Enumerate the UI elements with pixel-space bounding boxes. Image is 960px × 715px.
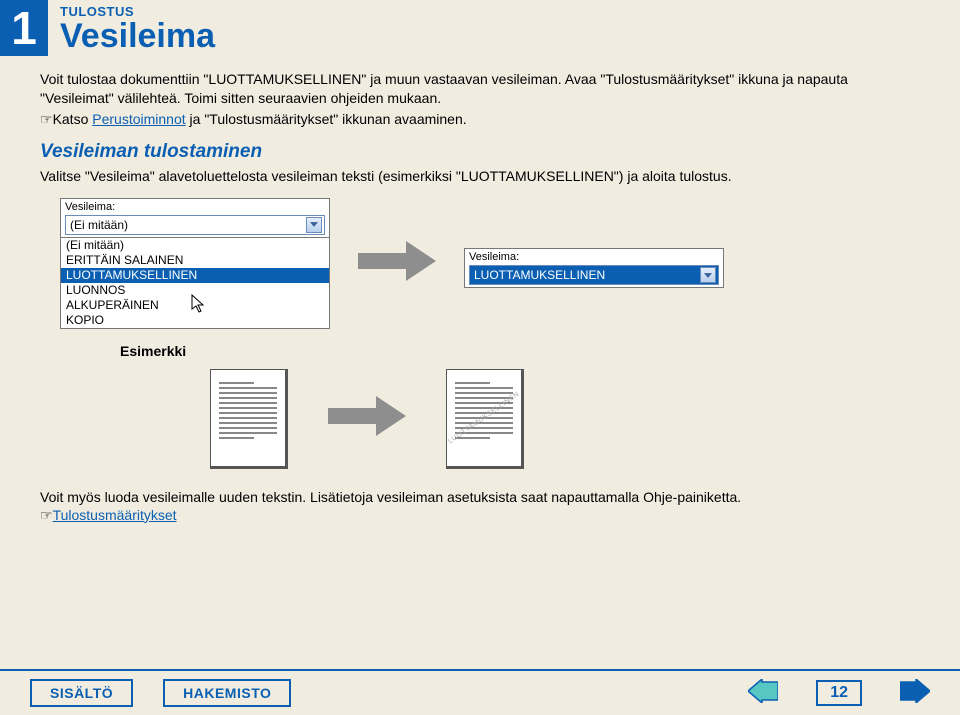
dropdown-option[interactable]: (Ei mitään) xyxy=(61,238,329,253)
watermark-dropdown-open: Vesileima: (Ei mitään) (Ei mitään) ERITT… xyxy=(60,198,330,329)
section-body: Valitse "Vesileima" alavetoluettelosta v… xyxy=(40,167,920,186)
link-perustoiminnot[interactable]: Perustoiminnot xyxy=(92,111,185,127)
see-also-line: ☞Katso Perustoiminnot ja "Tulostusmäärit… xyxy=(40,110,920,131)
example-row: LUOTTAMUKSELLINEN xyxy=(210,369,960,469)
chevron-down-icon[interactable] xyxy=(306,217,322,233)
index-button[interactable]: HAKEMISTO xyxy=(163,679,291,707)
dropdown-result-text: LUOTTAMUKSELLINEN xyxy=(474,268,605,282)
dropdown-label: Vesileima: xyxy=(465,249,723,263)
see-also-prefix: Katso xyxy=(53,111,93,127)
footnote-paragraph: Voit myös luoda vesileimalle uuden tekst… xyxy=(40,489,960,505)
dropdown-illustration: Vesileima: (Ei mitään) (Ei mitään) ERITT… xyxy=(60,198,960,329)
dropdown-option[interactable]: KOPIO xyxy=(61,313,329,328)
document-thumb-plain xyxy=(210,369,288,469)
dropdown-option-selected[interactable]: LUOTTAMUKSELLINEN xyxy=(61,268,329,283)
link-tulostusmaaritykset[interactable]: Tulostusmääritykset xyxy=(53,507,177,523)
subheading: Vesileiman tulostaminen xyxy=(40,141,920,163)
arrow-right-icon xyxy=(358,239,436,288)
arrow-right-icon xyxy=(328,394,406,443)
document-thumb-watermark: LUOTTAMUKSELLINEN xyxy=(446,369,524,469)
footnote-link-line: ☞Tulostusmääritykset xyxy=(40,507,960,525)
next-page-icon[interactable] xyxy=(900,679,930,708)
dropdown-label: Vesileima: xyxy=(61,199,329,213)
dropdown-option[interactable]: ERITTÄIN SALAINEN xyxy=(61,253,329,268)
page-title: Vesileima xyxy=(60,19,215,53)
watermark-dropdown-result: Vesileima: LUOTTAMUKSELLINEN xyxy=(464,248,724,288)
page-header: 1 TULOSTUS Vesileima xyxy=(0,0,960,56)
see-also-suffix: ja "Tulostusmääritykset" ikkunan avaamin… xyxy=(186,111,467,127)
pointing-hand-icon: ☞ xyxy=(40,113,53,128)
chevron-down-icon[interactable] xyxy=(700,267,716,283)
dropdown-selected[interactable]: LUOTTAMUKSELLINEN xyxy=(469,265,719,285)
intro-paragraph: Voit tulostaa dokumenttiin "LUOTTAMUKSEL… xyxy=(40,70,920,108)
contents-button[interactable]: SISÄLTÖ xyxy=(30,679,133,707)
pointing-hand-icon: ☞ xyxy=(40,509,53,524)
page-footer: SISÄLTÖ HAKEMISTO 12 xyxy=(0,669,960,715)
prev-page-icon[interactable] xyxy=(748,679,778,708)
dropdown-selected-text: (Ei mitään) xyxy=(70,218,128,232)
example-label: Esimerkki xyxy=(120,343,960,359)
page-number: 12 xyxy=(816,680,862,706)
chapter-number: 1 xyxy=(0,0,48,56)
body-content: Voit tulostaa dokumenttiin "LUOTTAMUKSEL… xyxy=(0,56,960,186)
dropdown-list: (Ei mitään) ERITTÄIN SALAINEN LUOTTAMUKS… xyxy=(61,237,329,328)
header-text: TULOSTUS Vesileima xyxy=(60,0,215,53)
dropdown-selected[interactable]: (Ei mitään) xyxy=(65,215,325,235)
